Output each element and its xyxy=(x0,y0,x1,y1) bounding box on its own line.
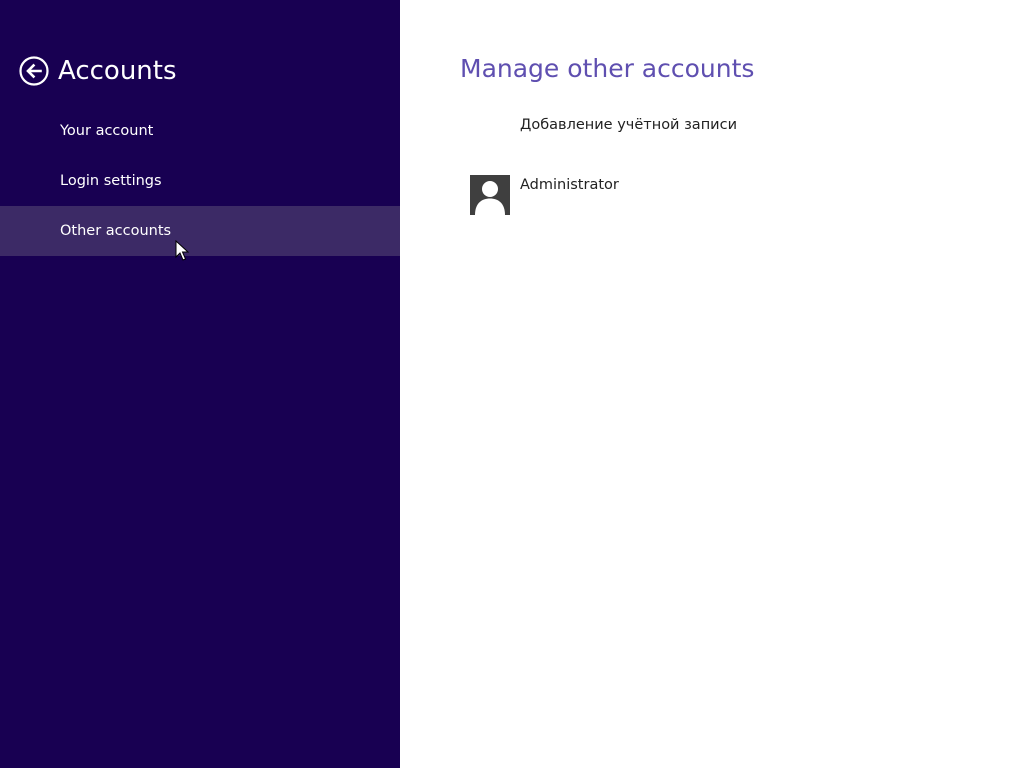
sidebar-title: Accounts xyxy=(58,56,177,86)
sidebar-item-label: Login settings xyxy=(60,173,162,189)
main-content: Manage other accounts Добавление учётной… xyxy=(400,0,1024,768)
sidebar-item-your-account[interactable]: Your account xyxy=(0,106,400,156)
sidebar-item-login-settings[interactable]: Login settings xyxy=(0,156,400,206)
sidebar-item-label: Your account xyxy=(60,123,154,139)
sidebar: Accounts Your account Login settings Oth… xyxy=(0,0,400,768)
sidebar-header: Accounts xyxy=(19,54,177,88)
back-arrow-circle-icon xyxy=(19,56,49,86)
account-list-item[interactable]: Administrator xyxy=(470,175,619,215)
sidebar-item-other-accounts[interactable]: Other accounts xyxy=(0,206,400,256)
account-name: Administrator xyxy=(520,177,619,193)
back-button[interactable] xyxy=(19,56,49,86)
settings-window: Accounts Your account Login settings Oth… xyxy=(0,0,1024,768)
add-account-link[interactable]: Добавление учётной записи xyxy=(520,117,737,133)
page-title: Manage other accounts xyxy=(460,54,755,83)
sidebar-nav: Your account Login settings Other accoun… xyxy=(0,106,400,256)
user-avatar-icon xyxy=(470,175,510,215)
sidebar-item-label: Other accounts xyxy=(60,223,172,239)
